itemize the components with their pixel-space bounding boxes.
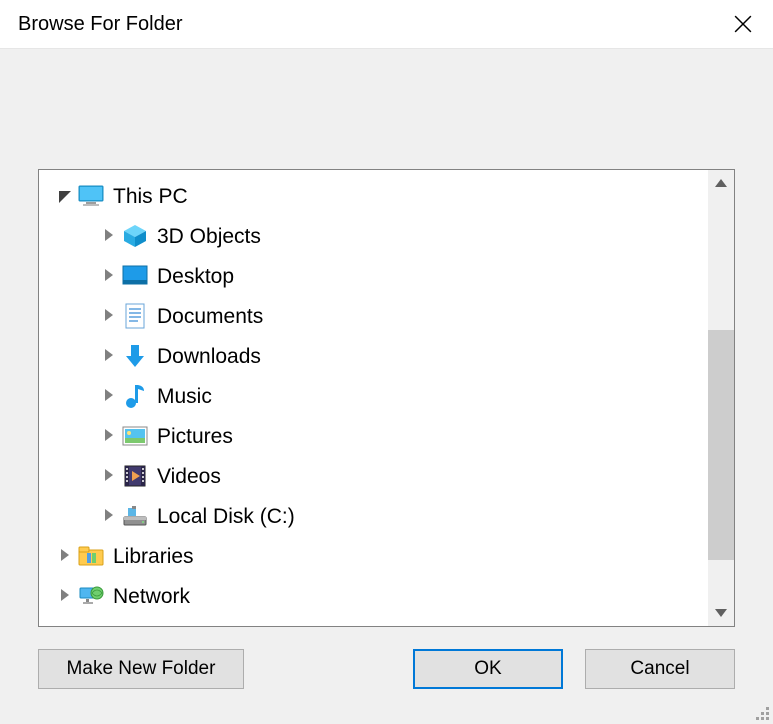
tree-item-label: 3D Objects bbox=[157, 226, 261, 247]
make-new-folder-button[interactable]: Make New Folder bbox=[38, 649, 244, 689]
expand-toggle[interactable] bbox=[53, 549, 77, 563]
scroll-thumb[interactable] bbox=[708, 330, 734, 560]
resize-grip[interactable] bbox=[753, 704, 769, 720]
scroll-up-icon[interactable] bbox=[708, 170, 734, 196]
tree-item-pictures[interactable]: Pictures bbox=[39, 416, 734, 456]
documents-icon bbox=[121, 302, 149, 330]
cancel-button[interactable]: Cancel bbox=[585, 649, 735, 689]
monitor-icon bbox=[77, 182, 105, 210]
tree-item-desktop[interactable]: Desktop bbox=[39, 256, 734, 296]
expand-toggle[interactable] bbox=[97, 309, 121, 323]
tree-item-label: Network bbox=[113, 586, 190, 607]
tree-item-label: Music bbox=[157, 386, 212, 407]
expand-toggle[interactable] bbox=[53, 189, 77, 203]
tree-item-label: Downloads bbox=[157, 346, 261, 367]
tree-item-label: This PC bbox=[113, 186, 188, 207]
tree-item-3d-objects[interactable]: 3D Objects bbox=[39, 216, 734, 256]
window-title: Browse For Folder bbox=[18, 13, 183, 36]
button-row: Make New Folder OK Cancel bbox=[38, 649, 735, 689]
tree-item-downloads[interactable]: Downloads bbox=[39, 336, 734, 376]
pictures-icon bbox=[121, 422, 149, 450]
tree-item-music[interactable]: Music bbox=[39, 376, 734, 416]
dialog-body: This PC 3D Objects bbox=[0, 48, 773, 724]
expand-toggle[interactable] bbox=[53, 589, 77, 603]
expand-toggle[interactable] bbox=[97, 389, 121, 403]
libraries-icon bbox=[77, 542, 105, 570]
desktop-icon bbox=[121, 262, 149, 290]
folder-tree[interactable]: This PC 3D Objects bbox=[38, 169, 735, 627]
download-icon bbox=[121, 342, 149, 370]
videos-icon bbox=[121, 462, 149, 490]
scroll-down-icon[interactable] bbox=[708, 600, 734, 626]
network-icon bbox=[77, 582, 105, 610]
tree-item-label: Videos bbox=[157, 466, 221, 487]
tree-item-local-disk[interactable]: Local Disk (C:) bbox=[39, 496, 734, 536]
music-icon bbox=[121, 382, 149, 410]
ok-button[interactable]: OK bbox=[413, 649, 563, 689]
expand-toggle[interactable] bbox=[97, 509, 121, 523]
tree-item-videos[interactable]: Videos bbox=[39, 456, 734, 496]
tree-item-label: Documents bbox=[157, 306, 263, 327]
tree-item-label: Libraries bbox=[113, 546, 194, 567]
tree-item-this-pc[interactable]: This PC bbox=[39, 176, 734, 216]
close-button[interactable] bbox=[713, 0, 773, 48]
tree-item-label: Desktop bbox=[157, 266, 234, 287]
tree-item-network[interactable]: Network bbox=[39, 576, 734, 616]
expand-toggle[interactable] bbox=[97, 429, 121, 443]
tree-item-label: Pictures bbox=[157, 426, 233, 447]
close-icon bbox=[734, 15, 752, 33]
cube-icon bbox=[121, 222, 149, 250]
expand-toggle[interactable] bbox=[97, 469, 121, 483]
titlebar: Browse For Folder bbox=[0, 0, 773, 48]
expand-toggle[interactable] bbox=[97, 229, 121, 243]
tree-item-documents[interactable]: Documents bbox=[39, 296, 734, 336]
expand-toggle[interactable] bbox=[97, 269, 121, 283]
drive-icon bbox=[121, 502, 149, 530]
expand-toggle[interactable] bbox=[97, 349, 121, 363]
tree-item-libraries[interactable]: Libraries bbox=[39, 536, 734, 576]
tree-item-label: Local Disk (C:) bbox=[157, 506, 295, 527]
scrollbar[interactable] bbox=[708, 170, 734, 626]
